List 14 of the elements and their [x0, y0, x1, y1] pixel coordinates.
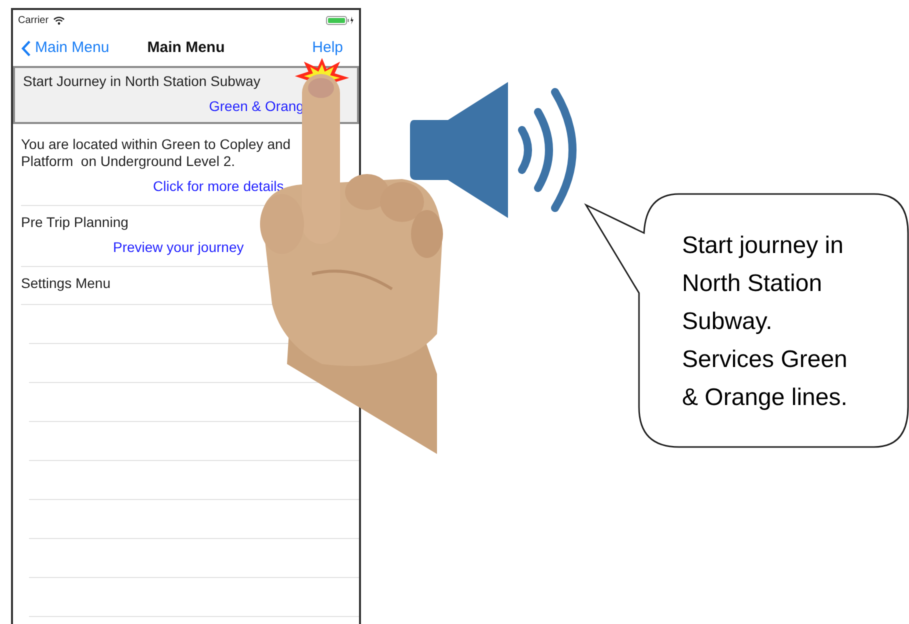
row-title: Settings Menu: [21, 275, 112, 292]
help-button[interactable]: Help: [312, 36, 351, 60]
row-title: Start Journey in North Station Subway: [23, 73, 262, 90]
carrier-label: Carrier: [18, 14, 49, 28]
row-title: Pre Trip Planning: [21, 214, 130, 231]
battery-icon: [326, 16, 354, 24]
wifi-icon: [52, 16, 65, 24]
nav-title: Main Menu: [147, 38, 225, 58]
chevron-left-icon: [21, 40, 31, 56]
back-button[interactable]: Main Menu: [21, 36, 110, 60]
row-detail: Click for more details: [153, 178, 284, 194]
speech-text: Start journey in North Station Subway. Services Green & Orange lines.: [682, 231, 848, 413]
row-detail: Preview your journey: [113, 239, 244, 255]
row-title: You are located within Green to Copley and Platform on Underground Level 2.: [21, 136, 292, 170]
